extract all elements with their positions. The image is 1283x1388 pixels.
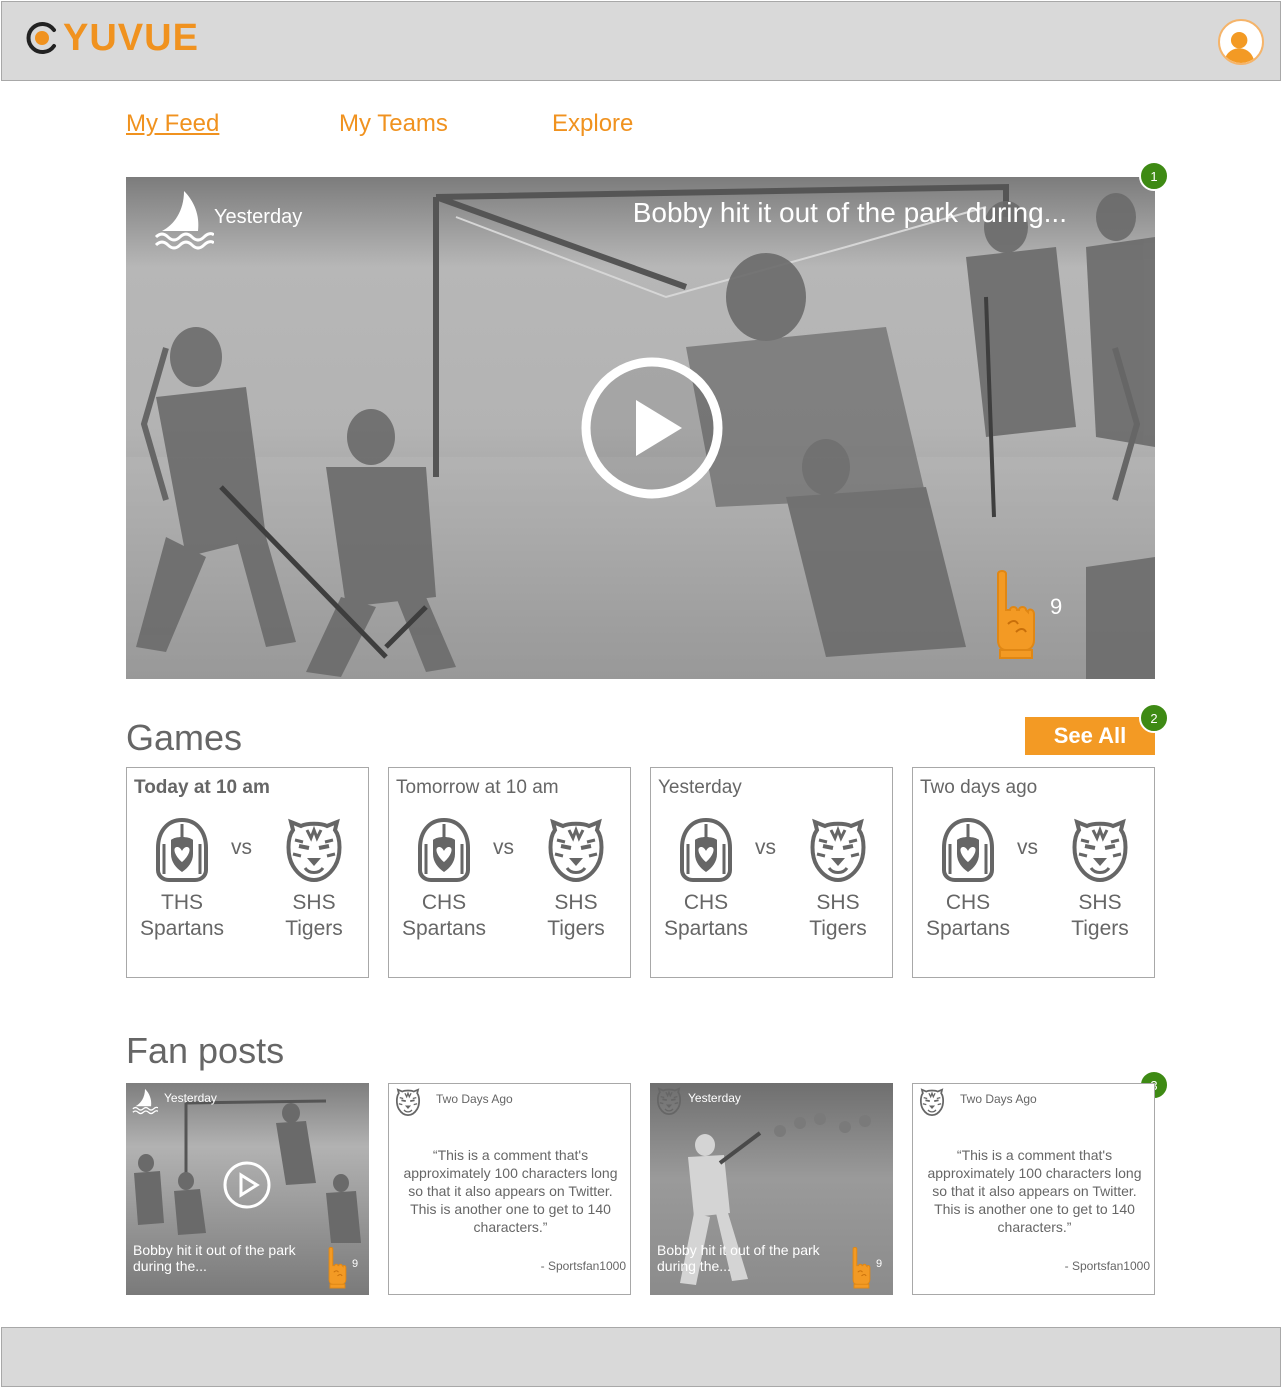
- team-mascot: Spartans: [663, 917, 749, 940]
- versus-label: vs: [1017, 836, 1038, 859]
- carousel-next-icon[interactable]: [1107, 344, 1147, 504]
- team-mascot: Tigers: [547, 917, 605, 940]
- brand-name: YUVUE: [63, 17, 199, 59]
- play-icon[interactable]: [222, 1160, 272, 1210]
- versus-label: vs: [231, 836, 252, 859]
- brand-logo[interactable]: YUVUE: [24, 18, 199, 58]
- away-team: SHS Tigers: [521, 818, 631, 942]
- game-time: Today at 10 am: [134, 777, 270, 798]
- annotation-badge: 1: [1139, 161, 1169, 191]
- team-school: CHS: [421, 891, 467, 914]
- user-avatar-button[interactable]: [1218, 19, 1264, 65]
- game-time: Two days ago: [920, 777, 1038, 798]
- fan-posts-section-title: Fan posts: [126, 1030, 285, 1071]
- tiger-icon: [1071, 818, 1129, 882]
- team-school: SHS: [554, 891, 598, 914]
- hero-date: Yesterday: [214, 206, 303, 228]
- tiger-icon: [547, 818, 605, 882]
- game-card[interactable]: Today at 10 am THS Spartans vs SHS Tiger…: [126, 767, 369, 978]
- game-time: Yesterday: [658, 777, 742, 798]
- app-footer: [1, 1327, 1281, 1387]
- away-team: SHS Tigers: [259, 818, 369, 942]
- team-mascot: Tigers: [1071, 917, 1129, 940]
- team-school: SHS: [292, 891, 336, 914]
- post-author: - Sportsfan1000: [1064, 1259, 1150, 1273]
- tiger-icon: [395, 1088, 421, 1116]
- fan-post-comment[interactable]: Two Days Ago “This is a comment that's a…: [912, 1083, 1155, 1295]
- page: YUVUE My Feed My Teams Explore Yesterday…: [0, 0, 1283, 1388]
- shark-icon: [154, 187, 214, 251]
- fan-post-comment[interactable]: Two Days Ago “This is a comment that's a…: [388, 1083, 631, 1295]
- post-date: Yesterday: [688, 1091, 741, 1105]
- versus-label: vs: [493, 836, 514, 859]
- versus-label: vs: [755, 836, 776, 859]
- team-mascot: Tigers: [285, 917, 343, 940]
- home-team: CHS Spartans: [651, 818, 761, 942]
- home-team: CHS Spartans: [913, 818, 1023, 942]
- team-school: THS: [161, 891, 203, 914]
- foam-finger-like-icon[interactable]: [326, 1247, 348, 1289]
- fan-post-video[interactable]: Yesterday Bobby hit it out of the park d…: [126, 1083, 369, 1295]
- team-school: SHS: [1078, 891, 1122, 914]
- team-mascot: Tigers: [809, 917, 867, 940]
- away-team: SHS Tigers: [1045, 818, 1155, 942]
- nav-my-feed[interactable]: My Feed: [126, 108, 339, 140]
- nav-explore[interactable]: Explore: [552, 108, 633, 140]
- spartan-helmet-icon: [939, 818, 997, 882]
- team-mascot: Spartans: [401, 917, 487, 940]
- game-time: Tomorrow at 10 am: [396, 777, 559, 798]
- tiger-icon: [285, 818, 343, 882]
- team-mascot: Spartans: [139, 917, 225, 940]
- spartan-helmet-icon: [153, 818, 211, 882]
- spartan-helmet-icon: [677, 818, 735, 882]
- post-caption: Bobby hit it out of the park during the.…: [133, 1242, 296, 1274]
- fan-post-image[interactable]: Yesterday Bobby hit it out of the park d…: [650, 1083, 893, 1295]
- team-mascot: Spartans: [925, 917, 1011, 940]
- post-quote: “This is a comment that's approximately …: [403, 1147, 618, 1235]
- post-like-count: 9: [352, 1258, 359, 1270]
- post-date: Two Days Ago: [960, 1092, 1037, 1106]
- game-card[interactable]: Two days ago CHS Spartans vs SHS Tigers: [912, 767, 1155, 978]
- tiger-icon: [656, 1087, 682, 1115]
- post-like-count: 9: [876, 1258, 883, 1270]
- logo-ring-icon: [26, 22, 56, 54]
- foam-finger-like-icon[interactable]: [992, 570, 1038, 660]
- team-school: SHS: [816, 891, 860, 914]
- user-icon: [1223, 31, 1255, 63]
- tiger-icon: [809, 818, 867, 882]
- annotation-badge: 2: [1139, 703, 1169, 733]
- hero-like-count: 9: [1050, 594, 1063, 619]
- game-card[interactable]: Yesterday CHS Spartans vs SHS Tigers: [650, 767, 893, 978]
- team-school: CHS: [683, 891, 729, 914]
- post-date: Yesterday: [164, 1091, 217, 1105]
- team-school: CHS: [945, 891, 991, 914]
- game-card[interactable]: Tomorrow at 10 am CHS Spartans vs SHS Ti…: [388, 767, 631, 978]
- nav-my-teams[interactable]: My Teams: [339, 108, 552, 140]
- primary-nav: My Feed My Teams Explore: [126, 108, 633, 140]
- tiger-icon: [919, 1088, 945, 1116]
- post-caption: Bobby hit it out of the park during the.…: [657, 1242, 820, 1274]
- see-all-games-button[interactable]: See All: [1025, 717, 1155, 755]
- featured-post-carousel[interactable]: Yesterday Bobby hit it out of the park d…: [126, 177, 1155, 679]
- carousel-prev-icon[interactable]: [134, 344, 174, 504]
- post-quote: “This is a comment that's approximately …: [927, 1147, 1142, 1235]
- away-team: SHS Tigers: [783, 818, 893, 942]
- app-header: YUVUE: [1, 1, 1281, 81]
- play-icon[interactable]: [580, 356, 724, 500]
- games-section-title: Games: [126, 717, 243, 758]
- shark-icon: [132, 1087, 158, 1115]
- home-team: THS Spartans: [127, 818, 237, 942]
- spartan-helmet-icon: [415, 818, 473, 882]
- hero-title: Bobby hit it out of the park during...: [632, 197, 1067, 228]
- post-date: Two Days Ago: [436, 1092, 513, 1106]
- post-author: - Sportsfan1000: [540, 1259, 626, 1273]
- foam-finger-like-icon[interactable]: [850, 1247, 872, 1289]
- home-team: CHS Spartans: [389, 818, 499, 942]
